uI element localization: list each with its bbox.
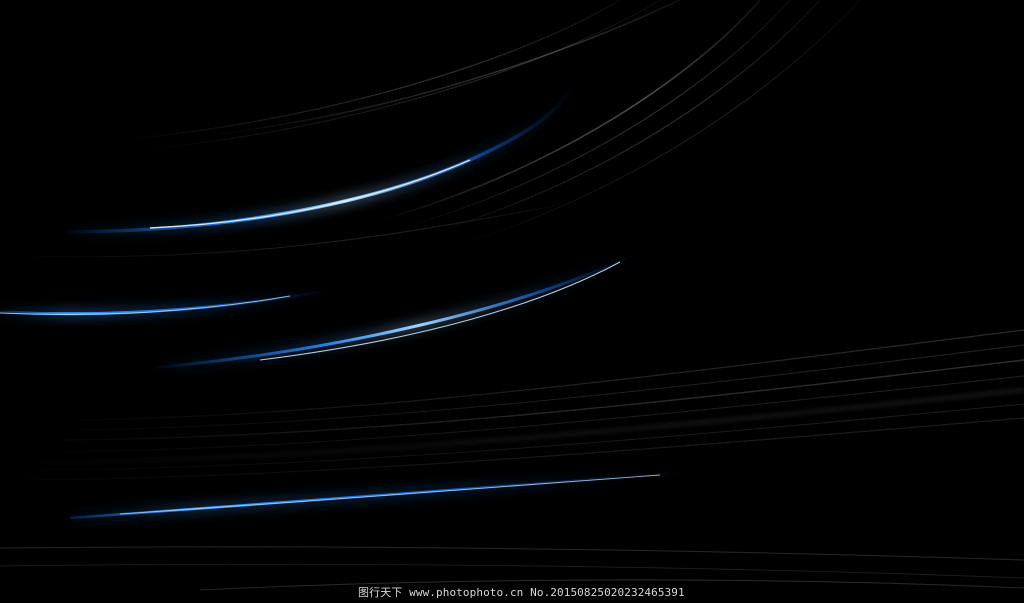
watermark-strip: 图行天下 www.photophoto.cn No.20150825020232… <box>0 583 1024 603</box>
watermark-text: 图行天下 www.photophoto.cn No.20150825020232… <box>358 586 685 599</box>
abstract-light-streaks-image: 图行天下 www.photophoto.cn No.20150825020232… <box>0 0 1024 603</box>
light-streaks-artwork <box>0 0 1024 603</box>
